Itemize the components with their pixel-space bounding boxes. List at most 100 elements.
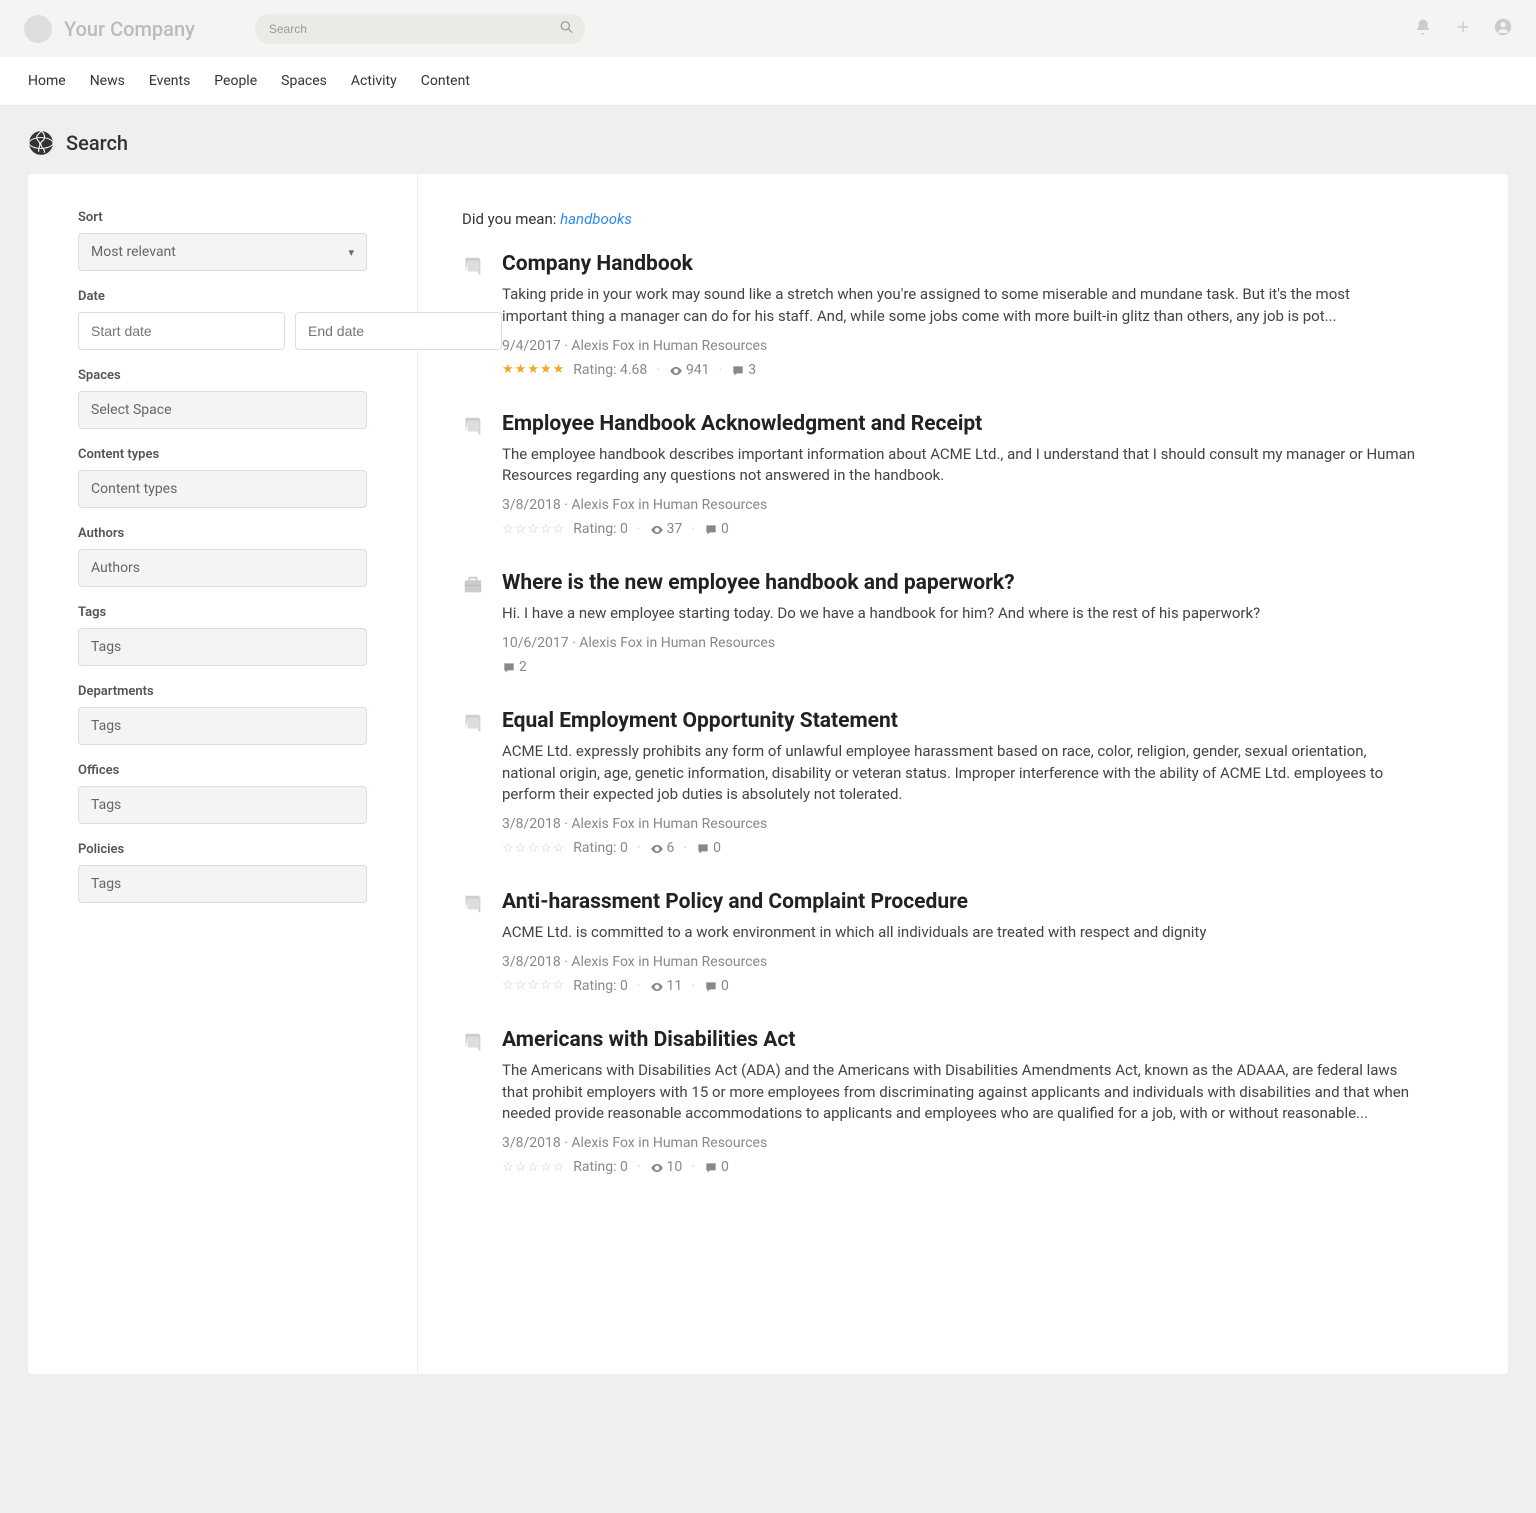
nav-activity[interactable]: Activity	[351, 57, 397, 105]
filter-tags: Tags Tags	[78, 605, 367, 666]
result-stats: ☆☆☆☆☆ Rating: 0 · 10 · 0	[502, 1159, 1418, 1175]
result-body: Company Handbook Taking pride in your wor…	[502, 252, 1418, 378]
book-icon	[462, 1028, 484, 1175]
rating-label: Rating: 0	[573, 978, 628, 994]
topbar-actions	[1414, 18, 1512, 40]
book-icon	[462, 252, 484, 378]
rating-stars: ☆☆☆☆☆	[502, 978, 564, 993]
main: Search Sort Most relevant Date Spaces Se…	[0, 106, 1536, 1374]
filters-sidebar: Sort Most relevant Date Spaces Select Sp…	[28, 174, 418, 1374]
result-meta: 3/8/2018 · Alexis Fox in Human Resources	[502, 954, 1418, 970]
book-icon	[462, 890, 484, 994]
views-count: 37	[650, 521, 683, 537]
filter-authors: Authors Authors	[78, 526, 367, 587]
result-title[interactable]: Employee Handbook Acknowledgment and Rec…	[502, 412, 1418, 436]
result-body: Americans with Disabilities Act The Ameri…	[502, 1028, 1418, 1175]
result-snippet: Hi. I have a new employee starting today…	[502, 603, 1418, 625]
nav-events[interactable]: Events	[149, 57, 190, 105]
dym-suggestion-link[interactable]: handbooks	[560, 210, 632, 228]
global-search-wrap	[255, 14, 585, 44]
filter-offices-label: Offices	[78, 763, 367, 778]
filter-policies-label: Policies	[78, 842, 367, 857]
search-icon[interactable]	[560, 20, 573, 37]
rating-stars: ★★★★★	[502, 362, 564, 377]
result-title[interactable]: Company Handbook	[502, 252, 1418, 276]
search-result: Equal Employment Opportunity Statement AC…	[462, 709, 1418, 856]
authors-select[interactable]: Authors	[78, 549, 367, 587]
result-stats: 2	[502, 659, 1418, 675]
offices-select[interactable]: Tags	[78, 786, 367, 824]
departments-select[interactable]: Tags	[78, 707, 367, 745]
filter-departments-label: Departments	[78, 684, 367, 699]
company-logo[interactable]	[24, 15, 52, 43]
result-meta: 10/6/2017 · Alexis Fox in Human Resource…	[502, 635, 1418, 651]
start-date-input[interactable]	[78, 312, 285, 350]
filter-date: Date	[78, 289, 367, 350]
content-panel: Sort Most relevant Date Spaces Select Sp…	[28, 174, 1508, 1374]
nav-home[interactable]: Home	[28, 57, 66, 105]
comments-count: 3	[731, 362, 756, 378]
filter-policies: Policies Tags	[78, 842, 367, 903]
content-types-select[interactable]: Content types	[78, 470, 367, 508]
result-snippet: ACME Ltd. expressly prohibits any form o…	[502, 741, 1418, 806]
global-search-input[interactable]	[255, 14, 585, 44]
search-result: Where is the new employee handbook and p…	[462, 571, 1418, 675]
page-title: Search	[66, 131, 128, 155]
book-icon	[462, 709, 484, 856]
result-stats: ☆☆☆☆☆ Rating: 0 · 37 · 0	[502, 521, 1418, 537]
topbar: Your Company	[0, 0, 1536, 57]
result-title[interactable]: Equal Employment Opportunity Statement	[502, 709, 1418, 733]
tags-select[interactable]: Tags	[78, 628, 367, 666]
filter-date-label: Date	[78, 289, 367, 304]
nav-content[interactable]: Content	[421, 57, 470, 105]
spaces-select[interactable]: Select Space	[78, 391, 367, 429]
nav-people[interactable]: People	[214, 57, 257, 105]
navbar: Home News Events People Spaces Activity …	[0, 57, 1536, 106]
user-icon[interactable]	[1494, 18, 1512, 40]
result-body: Equal Employment Opportunity Statement AC…	[502, 709, 1418, 856]
filter-spaces: Spaces Select Space	[78, 368, 367, 429]
book-icon	[462, 412, 484, 538]
result-meta: 3/8/2018 · Alexis Fox in Human Resources	[502, 497, 1418, 513]
rating-label: Rating: 4.68	[573, 362, 647, 378]
globe-icon	[28, 130, 54, 156]
search-result: Anti-harassment Policy and Complaint Pro…	[462, 890, 1418, 994]
policies-select[interactable]: Tags	[78, 865, 367, 903]
result-meta: 3/8/2018 · Alexis Fox in Human Resources	[502, 1135, 1418, 1151]
rating-stars: ☆☆☆☆☆	[502, 841, 564, 856]
views-count: 6	[650, 840, 675, 856]
filter-tags-label: Tags	[78, 605, 367, 620]
rating-label: Rating: 0	[573, 521, 628, 537]
rating-label: Rating: 0	[573, 840, 628, 856]
filter-content-types-label: Content types	[78, 447, 367, 462]
rating-label: Rating: 0	[573, 1159, 628, 1175]
views-count: 10	[650, 1159, 683, 1175]
filter-sort: Sort Most relevant	[78, 210, 367, 271]
result-title[interactable]: Where is the new employee handbook and p…	[502, 571, 1418, 595]
filter-spaces-label: Spaces	[78, 368, 367, 383]
plus-icon[interactable]	[1454, 18, 1472, 40]
result-stats: ☆☆☆☆☆ Rating: 0 · 11 · 0	[502, 978, 1418, 994]
views-count: 941	[669, 362, 710, 378]
filter-authors-label: Authors	[78, 526, 367, 541]
search-result: Employee Handbook Acknowledgment and Rec…	[462, 412, 1418, 538]
rating-stars: ☆☆☆☆☆	[502, 1160, 564, 1175]
results-panel: Did you mean: handbooks Company Handbook…	[418, 174, 1508, 1374]
result-title[interactable]: Americans with Disabilities Act	[502, 1028, 1418, 1052]
result-stats: ☆☆☆☆☆ Rating: 0 · 6 · 0	[502, 840, 1418, 856]
comments-count: 0	[704, 1159, 729, 1175]
result-body: Employee Handbook Acknowledgment and Rec…	[502, 412, 1418, 538]
nav-news[interactable]: News	[90, 57, 125, 105]
result-title[interactable]: Anti-harassment Policy and Complaint Pro…	[502, 890, 1418, 914]
filter-sort-label: Sort	[78, 210, 367, 225]
company-name: Your Company	[64, 17, 195, 41]
result-snippet: Taking pride in your work may sound like…	[502, 284, 1418, 328]
sort-select[interactable]: Most relevant	[78, 233, 367, 271]
filter-content-types: Content types Content types	[78, 447, 367, 508]
bell-icon[interactable]	[1414, 18, 1432, 40]
rating-stars: ☆☆☆☆☆	[502, 522, 564, 537]
results-list: Company Handbook Taking pride in your wor…	[462, 252, 1418, 1175]
result-snippet: The Americans with Disabilities Act (ADA…	[502, 1060, 1418, 1125]
nav-spaces[interactable]: Spaces	[281, 57, 327, 105]
page-header: Search	[28, 130, 1508, 156]
